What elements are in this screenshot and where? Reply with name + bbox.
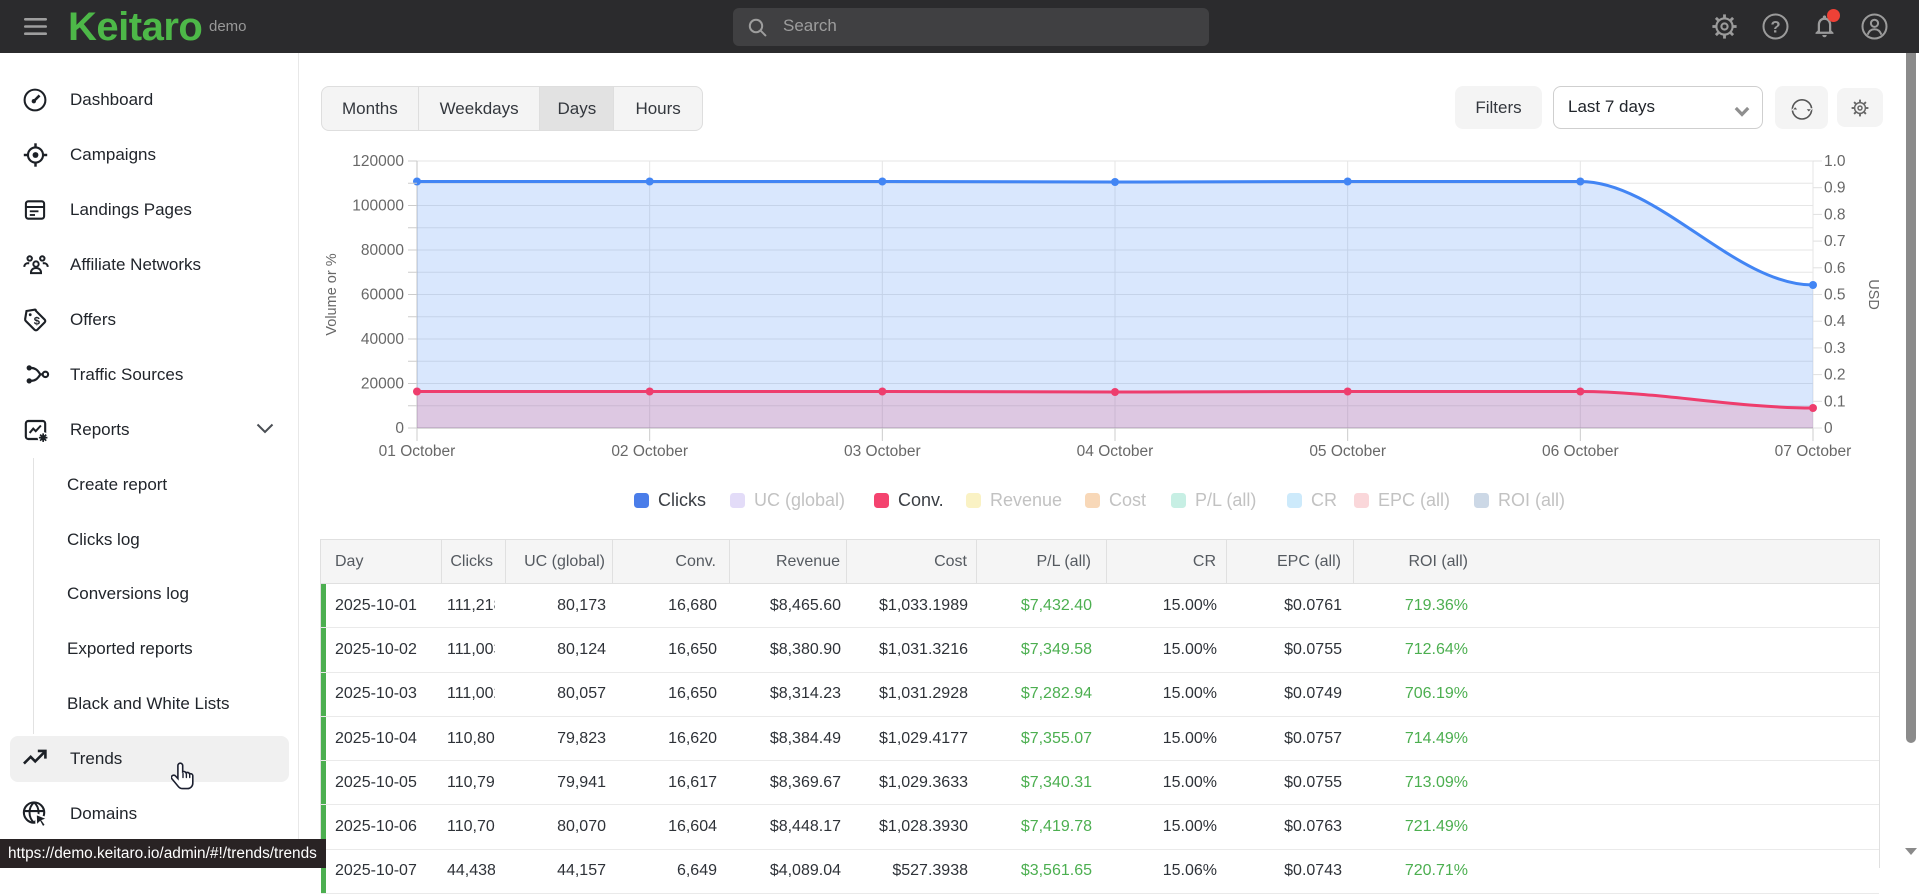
svg-text:0.2: 0.2 <box>1824 367 1846 384</box>
svg-text:1.0: 1.0 <box>1824 153 1846 170</box>
svg-text:0.3: 0.3 <box>1824 340 1846 357</box>
svg-text:80000: 80000 <box>361 242 404 259</box>
svg-text:0.1: 0.1 <box>1824 393 1846 410</box>
svg-text:03 October: 03 October <box>844 443 921 460</box>
svg-text:06 October: 06 October <box>1542 443 1619 460</box>
svg-text:04 October: 04 October <box>1077 443 1154 460</box>
svg-text:40000: 40000 <box>361 331 404 348</box>
svg-text:0: 0 <box>1824 420 1833 437</box>
svg-text:20000: 20000 <box>361 376 404 393</box>
svg-text:01 October: 01 October <box>379 443 456 460</box>
svg-text:0: 0 <box>395 420 404 437</box>
svg-text:0.7: 0.7 <box>1824 233 1846 250</box>
svg-text:100000: 100000 <box>352 198 404 215</box>
svg-text:0.8: 0.8 <box>1824 206 1846 223</box>
svg-text:USD: USD <box>1865 279 1879 310</box>
svg-text:60000: 60000 <box>361 287 404 304</box>
svg-text:05 October: 05 October <box>1309 443 1386 460</box>
svg-text:02 October: 02 October <box>611 443 688 460</box>
svg-text:Volume or %: Volume or % <box>324 253 340 335</box>
svg-text:?: ? <box>1770 19 1780 37</box>
svg-text:0.4: 0.4 <box>1824 313 1846 330</box>
svg-text:$: $ <box>34 315 41 327</box>
svg-text:0.5: 0.5 <box>1824 287 1846 304</box>
svg-text:07 October: 07 October <box>1775 443 1852 460</box>
svg-text:0.9: 0.9 <box>1824 180 1846 197</box>
svg-text:0.6: 0.6 <box>1824 260 1846 277</box>
svg-text:120000: 120000 <box>352 153 404 170</box>
